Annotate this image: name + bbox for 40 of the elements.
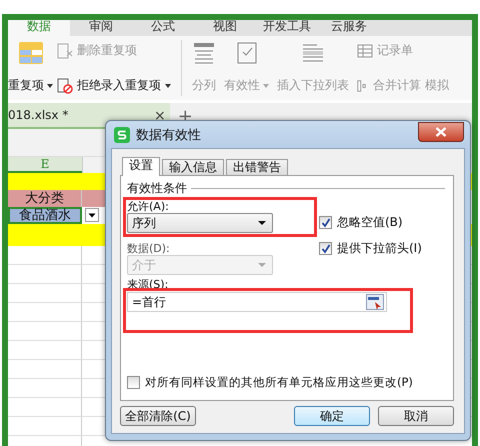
close-icon (435, 126, 447, 136)
reject-duplicates-icon (57, 78, 73, 94)
app-logo-icon (114, 126, 130, 142)
dialog-button[interactable]: 取消 (378, 406, 454, 426)
checkbox[interactable] (319, 242, 332, 255)
ribbon-tab[interactable]: 审阅 (70, 20, 132, 36)
dialog-tab[interactable]: 出错警告 (226, 159, 288, 175)
close-button[interactable] (418, 122, 464, 142)
split-columns-icon (193, 42, 215, 64)
checklist-icon (236, 42, 258, 64)
checkbox-label: 提供下拉箭头(I) (337, 240, 422, 257)
section-title: 有效性条件 (127, 180, 187, 197)
highlight-duplicates-button[interactable]: 重复项 (8, 77, 53, 94)
dialog-button[interactable]: 确定 (294, 406, 370, 426)
dialog-tab[interactable]: 输入信息 (162, 159, 224, 175)
ribbon-tab[interactable]: 视图 (194, 20, 256, 36)
ribbon-tab[interactable]: 数据 (8, 20, 70, 36)
list-icon (302, 42, 324, 64)
dialog-title: 数据有效性 (136, 126, 202, 144)
range-picker-icon[interactable] (366, 294, 384, 310)
source-field[interactable]: =首行 (127, 292, 387, 312)
table-cell: 大分类 (8, 190, 82, 207)
ribbon-tab[interactable]: 云服务 (318, 20, 380, 36)
checkbox[interactable] (127, 376, 140, 389)
dialog-button[interactable]: 全部清除(C) (120, 406, 196, 426)
selected-cell[interactable]: 食品酒水 (8, 207, 82, 224)
ribbon-tab[interactable]: 公式 (132, 20, 194, 36)
checkbox-label: 忽略空值(B) (337, 214, 403, 231)
table-grid-icon (357, 44, 373, 58)
close-tab-button[interactable]: × (154, 108, 166, 124)
dropdown-button[interactable] (85, 208, 99, 222)
ribbon-button[interactable]: 拒绝录入重复项 (57, 77, 171, 94)
checkbox-label: 对所有同样设置的其他所有单元格应用这些更改(P) (145, 375, 413, 390)
checkbox[interactable] (319, 216, 332, 229)
field-label: 允许(A): (127, 200, 169, 213)
ribbon-tab[interactable]: 开发工具 (256, 20, 318, 36)
field-label: 数据(D): (127, 242, 170, 255)
dialog-tab[interactable]: 设置 (122, 157, 160, 176)
delete-duplicates-icon (57, 42, 73, 58)
allow-dropdown[interactable]: 序列 (127, 213, 273, 233)
